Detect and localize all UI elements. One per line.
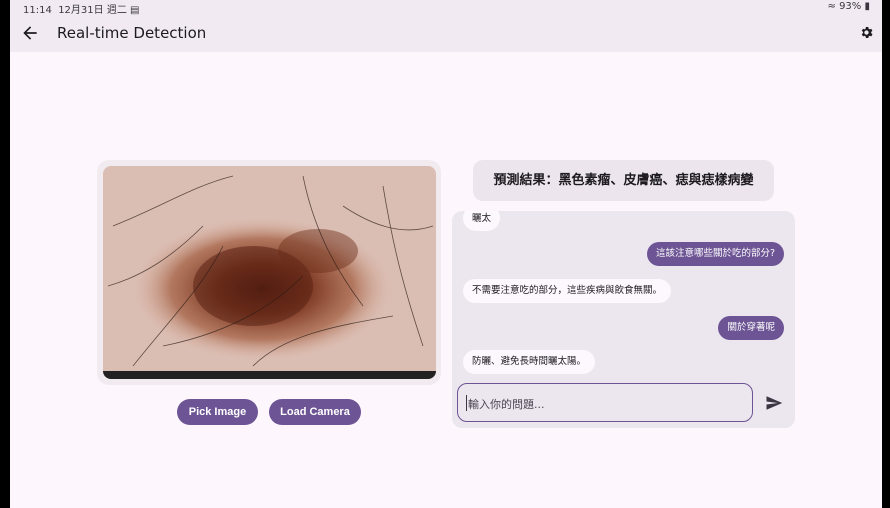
image-preview-card [97,160,441,385]
gear-icon[interactable] [859,25,874,40]
battery-icon: ▮ [864,1,870,12]
lesion-image [103,166,436,379]
load-camera-button[interactable]: Load Camera [269,399,361,425]
chat-message-bot: 不需要注意吃的部分，這些疾病與飲食無關。 [463,279,672,304]
app-bar: Real-time Detection [10,15,882,52]
page-title: Real-time Detection [57,24,207,42]
send-icon[interactable] [765,394,783,412]
chat-message-user: 這該注意哪些關於吃的部分? [646,242,784,267]
chat-message-user: 關於穿著呢 [718,316,784,341]
question-placeholder: 輸入你的問題... [468,398,545,411]
text-caret [466,395,467,411]
arrow-back-icon[interactable] [20,23,40,43]
chat-panel: 曬太 這該注意哪些關於吃的部分? 不需要注意吃的部分，這些疾病與飲食無關。 關於… [452,211,795,428]
chat-message-bot: 防曬、避免長時間曬太陽。 [463,350,596,375]
wifi-icon: ≈ [827,1,836,12]
prediction-result: 預測結果：黑色素瘤、皮膚癌、痣與痣樣病變 [473,160,774,201]
question-input[interactable]: 輸入你的問題... [457,383,753,422]
status-bar: 11:14 12月31日 週二 ▤ ≈ 93% ▮ [10,0,882,16]
chat-message-bot: 曬太 [463,211,501,232]
pick-image-button[interactable]: Pick Image [177,399,258,425]
app-screen: 11:14 12月31日 週二 ▤ ≈ 93% ▮ Real-time Dete… [10,0,882,508]
battery-level: 93% [839,1,862,12]
